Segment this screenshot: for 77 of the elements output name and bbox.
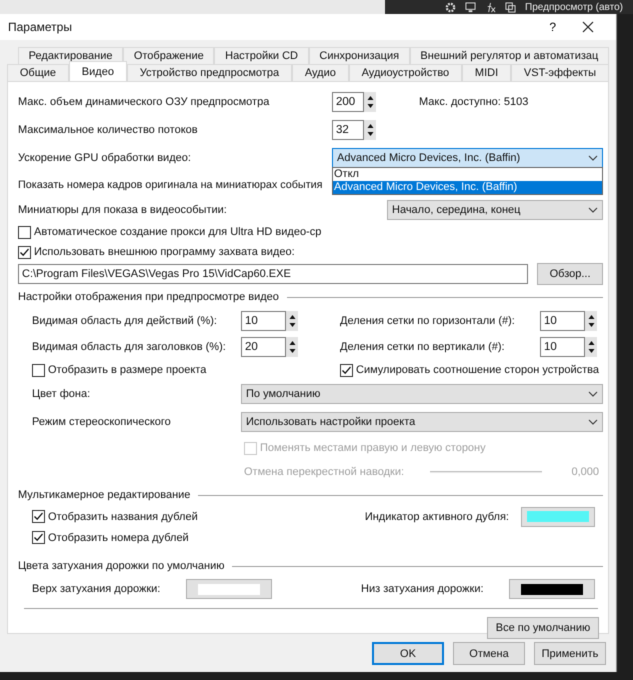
spin-arrows-icon[interactable] bbox=[588, 339, 594, 355]
gear-icon[interactable] bbox=[445, 2, 456, 12]
tab[interactable]: Аудиоустройство bbox=[348, 64, 462, 81]
dialog-button[interactable]: Отмена bbox=[453, 642, 525, 665]
group-title: Цвета затухания дорожки по умолчанию bbox=[18, 560, 224, 572]
field-label: Цвет фона: bbox=[32, 388, 92, 400]
close-icon[interactable] bbox=[582, 21, 594, 33]
tab[interactable]: Видео bbox=[68, 61, 127, 81]
window-title: Параметры bbox=[8, 20, 73, 34]
field-label: Деления сетки по вертикали (#): bbox=[340, 341, 506, 353]
tab[interactable]: Синхронизация bbox=[308, 47, 410, 64]
color-swatch-button[interactable] bbox=[186, 579, 272, 599]
help-button[interactable]: ? bbox=[545, 20, 560, 34]
tab[interactable]: MIDI bbox=[462, 64, 512, 81]
checkbox-label: Отобразить номера дублей bbox=[48, 532, 189, 544]
caret-icon bbox=[588, 155, 598, 161]
tab[interactable]: Настройки CD bbox=[214, 47, 309, 64]
checkbox[interactable] bbox=[340, 364, 353, 376]
fx-icon[interactable] bbox=[485, 2, 496, 12]
field-label: Верх затухания дорожки: bbox=[32, 583, 162, 595]
field-label: Видимая область для заголовков (%): bbox=[32, 341, 227, 353]
tab[interactable]: Устройство предпросмотра bbox=[126, 64, 292, 81]
color-swatch-button[interactable] bbox=[509, 579, 595, 599]
tab[interactable]: Отображение bbox=[123, 47, 214, 64]
field-label: Низ затухания дорожки: bbox=[361, 583, 485, 595]
group-title: Настройки отображения при предпросмотре видео bbox=[18, 291, 279, 303]
slider-label: Отмена перекрестной наводки: bbox=[244, 466, 406, 478]
field-label: Ускорение GPU обработки видео: bbox=[18, 152, 192, 164]
preview-mode-label[interactable]: Предпросмотр (авто) bbox=[525, 2, 623, 12]
dropdown-option[interactable]: Откл bbox=[333, 168, 602, 181]
tab[interactable]: VST-эффекты bbox=[511, 64, 609, 81]
tab[interactable]: Аудио bbox=[292, 64, 349, 81]
group-title: Мультикамерное редактирование bbox=[18, 489, 190, 501]
slider-reading: 0,000 bbox=[571, 466, 599, 478]
checkbox[interactable] bbox=[32, 531, 45, 544]
dropdown-option[interactable]: Advanced Micro Devices, Inc. (Baffin) bbox=[333, 181, 602, 194]
caret-icon bbox=[588, 391, 598, 397]
field-label: Видимая область для действий (%): bbox=[32, 315, 218, 327]
reset-defaults-button[interactable]: Все по умолчанию bbox=[487, 617, 599, 639]
field-label: Деления сетки по горизонтали (#): bbox=[340, 315, 516, 327]
path-field[interactable]: C:\Program Files\VEGAS\Vegas Pro 15\VidCap60.EXE bbox=[18, 264, 528, 284]
spin-arrows-icon[interactable] bbox=[588, 313, 594, 329]
checkbox-label: Отобразить названия дублей bbox=[48, 510, 198, 522]
tab[interactable]: Редактирование bbox=[18, 47, 124, 64]
spin-arrows-icon[interactable] bbox=[288, 339, 296, 355]
checkbox-label: Поменять местами правую и левую сторону bbox=[260, 442, 486, 454]
dialog-button[interactable]: OK bbox=[372, 642, 444, 665]
checkbox-label: Использовать внешнюю программу захвата видео: bbox=[34, 246, 295, 258]
thumbnails-dropdown[interactable]: Начало, середина, конец bbox=[387, 200, 603, 220]
checkbox-label: Автоматическое создание прокси для Ultra HD видео-ср bbox=[34, 226, 322, 238]
dialog-button[interactable]: Применить bbox=[534, 642, 606, 665]
spin-arrows-icon[interactable] bbox=[366, 122, 374, 138]
monitor-icon[interactable] bbox=[465, 2, 476, 12]
checkbox-label: Отобразить в размере проекта bbox=[48, 364, 206, 376]
max-available-label: Макс. доступно: 5103 bbox=[419, 96, 528, 108]
checkbox[interactable] bbox=[32, 510, 45, 523]
field-label: Максимальное количество потоков bbox=[18, 124, 199, 136]
field-label: Миниатюры для показа в видеособытии: bbox=[18, 204, 227, 216]
spin-arrows-icon[interactable] bbox=[366, 94, 374, 110]
color-swatch-button[interactable] bbox=[521, 506, 595, 526]
checkbox[interactable] bbox=[32, 364, 45, 376]
copy-icon[interactable] bbox=[505, 2, 516, 12]
field-label: Макс. объем динамического ОЗУ предпросмотра bbox=[18, 96, 270, 108]
dropdown[interactable]: По умолчанию bbox=[241, 384, 603, 404]
dropdown[interactable]: Использовать настройки проекта bbox=[241, 412, 603, 432]
tab[interactable]: Общие bbox=[7, 64, 69, 81]
checkbox[interactable] bbox=[18, 246, 31, 258]
tab[interactable]: Внешний регулятор и автоматизац bbox=[410, 47, 610, 64]
field-label: Показать номера кадров оригинала на миниатюрах события bbox=[18, 179, 323, 191]
field-label: Индикатор активного дубля: bbox=[364, 510, 509, 522]
field-label: Режим стереоскопического bbox=[32, 416, 172, 428]
checkbox-label: Симулировать соотношение сторон устройства bbox=[356, 364, 600, 376]
spin-arrows-icon[interactable] bbox=[288, 313, 296, 329]
browse-button[interactable]: Обзор... bbox=[537, 263, 603, 285]
caret-icon bbox=[588, 207, 598, 213]
checkbox[interactable] bbox=[18, 226, 31, 238]
caret-icon bbox=[588, 419, 598, 425]
